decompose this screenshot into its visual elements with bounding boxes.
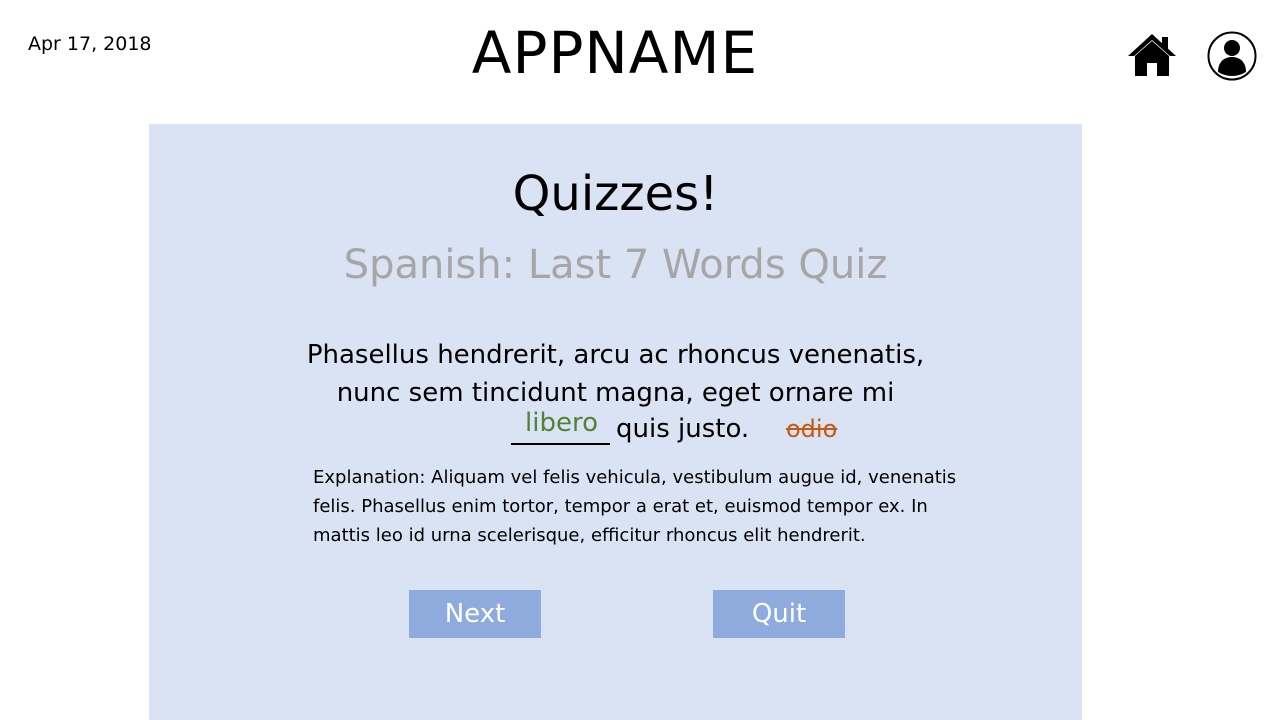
- quiz-panel: Quizzes! Spanish: Last 7 Words Quiz Phas…: [149, 124, 1082, 720]
- panel-title: Quizzes!: [512, 166, 719, 222]
- user-profile-icon[interactable]: [1207, 31, 1257, 81]
- home-icon[interactable]: [1126, 32, 1178, 78]
- question-line-3: quis justo.: [616, 414, 750, 444]
- quit-button[interactable]: Quit: [713, 590, 845, 638]
- correct-answer: libero: [525, 408, 598, 438]
- quiz-name: Spanish: Last 7 Words Quiz: [343, 242, 888, 288]
- app-title: APPNAME: [471, 19, 759, 87]
- question-line-2: nunc sem tincidunt magna, eget ornare mi: [336, 378, 895, 408]
- question-text: Phasellus hendrerit, arcu ac rhoncus ven…: [305, 336, 926, 412]
- question-line-1: Phasellus hendrerit, arcu ac rhoncus ven…: [306, 340, 925, 370]
- wrong-answer: odio: [786, 415, 838, 443]
- explanation-text: Explanation: Aliquam vel felis vehicula,…: [313, 467, 957, 546]
- next-button[interactable]: Next: [409, 590, 541, 638]
